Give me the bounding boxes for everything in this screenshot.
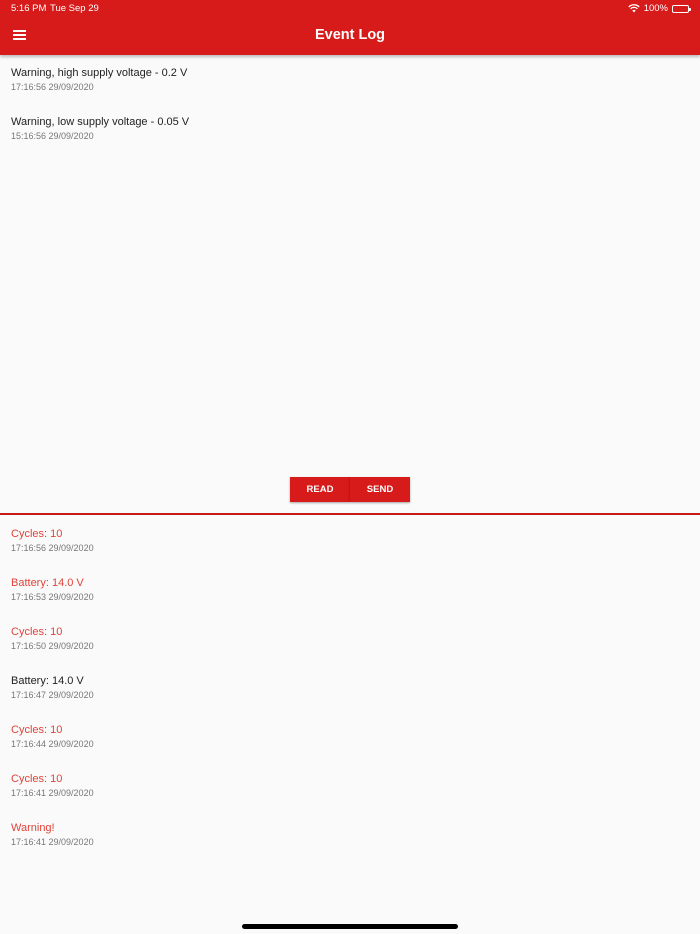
page-title: Event Log (314, 27, 386, 43)
log-timestamp: 17:16:56 29/09/2020 (11, 543, 94, 553)
event-timestamp: 17:16:56 29/09/2020 (11, 82, 94, 92)
list-item: Cycles: 10 17:16:41 29/09/2020 (0, 772, 700, 821)
log-message: Cycles: 10 (11, 528, 63, 540)
log-message: Warning! (11, 822, 55, 834)
send-button[interactable]: SEND (350, 477, 410, 502)
battery-percent: 100% (643, 3, 668, 14)
list-item: Cycles: 10 17:16:50 29/09/2020 (0, 625, 700, 674)
list-item: Battery: 14.0 V 17:16:53 29/09/2020 (0, 576, 700, 625)
message-log-list: Cycles: 10 17:16:56 29/09/2020 Battery: … (0, 527, 700, 870)
log-timestamp: 17:16:47 29/09/2020 (11, 690, 94, 700)
log-timestamp: 17:16:41 29/09/2020 (11, 837, 94, 847)
event-message: Warning, high supply voltage - 0.2 V (11, 67, 188, 79)
status-time: 5:16 PM (11, 3, 47, 14)
list-item: Cycles: 10 17:16:56 29/09/2020 (0, 527, 700, 576)
event-message: Warning, low supply voltage - 0.05 V (11, 116, 190, 128)
log-timestamp: 17:16:44 29/09/2020 (11, 739, 94, 749)
list-item: Cycles: 10 17:16:44 29/09/2020 (0, 723, 700, 772)
action-buttons: READ SEND (290, 477, 410, 502)
log-timestamp: 17:16:50 29/09/2020 (11, 641, 94, 651)
home-indicator (242, 924, 458, 929)
app-bar: 5:16 PM Tue Sep 29 100% Event Log (0, 0, 700, 55)
log-message: Battery: 14.0 V (11, 577, 84, 589)
status-date: Tue Sep 29 (50, 3, 99, 14)
log-message: Cycles: 10 (11, 773, 63, 785)
list-item: Warning! 17:16:41 29/09/2020 (0, 821, 700, 870)
log-message: Battery: 14.0 V (11, 675, 84, 687)
log-message: Cycles: 10 (11, 626, 63, 638)
log-message: Cycles: 10 (11, 724, 63, 736)
event-timestamp: 15:16:56 29/09/2020 (11, 131, 94, 141)
status-right: 100% (628, 3, 691, 14)
read-button[interactable]: READ (290, 477, 350, 502)
log-timestamp: 17:16:53 29/09/2020 (11, 592, 94, 602)
list-item: Warning, low supply voltage - 0.05 V 15:… (0, 115, 700, 164)
log-timestamp: 17:16:41 29/09/2020 (11, 788, 94, 798)
event-log-list: Warning, high supply voltage - 0.2 V 17:… (0, 66, 700, 164)
wifi-icon (628, 4, 640, 13)
divider (0, 513, 700, 515)
battery-icon (672, 4, 691, 13)
list-item: Warning, high supply voltage - 0.2 V 17:… (0, 66, 700, 115)
list-item: Battery: 14.0 V 17:16:47 29/09/2020 (0, 674, 700, 723)
